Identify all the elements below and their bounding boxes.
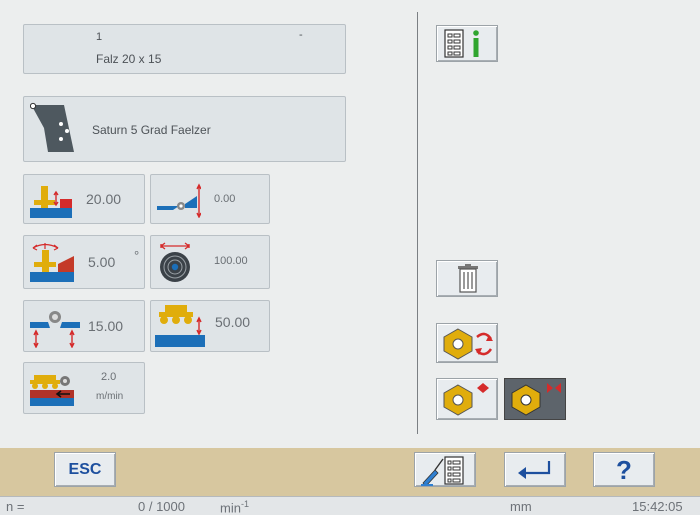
param-fence-opening[interactable]: 15.00 xyxy=(23,300,145,352)
info-list-icon xyxy=(442,29,494,64)
vertical-spindle-height-icon xyxy=(30,182,72,223)
param-tilt-angle-value: 5.00 xyxy=(88,254,116,270)
status-count: 0 / 1000 xyxy=(138,499,185,514)
status-rpm-unit: min-1 xyxy=(220,499,249,515)
swap-direction-button[interactable] xyxy=(436,323,498,363)
delete-button[interactable] xyxy=(436,260,498,297)
bottom-toolbar: ESC ? xyxy=(0,448,700,496)
trash-icon xyxy=(457,264,479,299)
enter-button[interactable] xyxy=(504,452,566,487)
edit-list-icon xyxy=(421,456,471,491)
param-feed-roller-height[interactable]: 50.00 xyxy=(150,300,270,352)
fence-offset-icon xyxy=(157,182,202,223)
param-tool-diameter-value: 100.00 xyxy=(214,255,248,267)
tool-field[interactable]: Saturn 5 Grad Faelzer xyxy=(23,96,346,162)
tool-rotation-swap-icon xyxy=(441,327,497,366)
param-spindle-height[interactable]: 20.00 xyxy=(23,174,145,224)
tool-diameter-icon xyxy=(155,240,199,289)
machine-screen: 1 - Falz 20 x 15 Saturn 5 Grad Faelzer 2… xyxy=(0,0,700,515)
esc-button[interactable]: ESC xyxy=(54,452,116,487)
feed-roller-height-icon xyxy=(155,303,205,354)
tool-right-button[interactable] xyxy=(504,378,566,420)
enter-arrow-icon xyxy=(517,459,555,486)
edit-list-button[interactable] xyxy=(414,452,476,487)
info-button[interactable] xyxy=(436,25,498,62)
status-time: 15:42:05 xyxy=(632,499,683,514)
help-button[interactable]: ? xyxy=(593,452,655,487)
param-feed-speed-value: 2.0 xyxy=(101,371,117,383)
status-rpm-unit-base: min xyxy=(220,500,241,515)
program-marker: - xyxy=(299,29,303,41)
param-tilt-angle-unit: ° xyxy=(134,248,140,263)
status-n-label: n = xyxy=(6,499,25,514)
program-number: 1 xyxy=(96,31,103,43)
param-tilt-angle[interactable]: 5.00 ° xyxy=(23,235,145,289)
esc-label: ESC xyxy=(68,461,102,478)
tilt-angle-icon xyxy=(30,242,74,287)
tool-name: Saturn 5 Grad Faelzer xyxy=(92,123,211,137)
program-name: Falz 20 x 15 xyxy=(96,52,162,66)
param-spindle-height-value: 20.00 xyxy=(86,191,122,207)
tool-left-button[interactable] xyxy=(436,378,498,420)
param-feed-roller-height-value: 50.00 xyxy=(215,314,251,330)
param-tool-diameter[interactable]: 100.00 xyxy=(150,235,270,289)
tool-profile-icon xyxy=(29,102,80,161)
vertical-divider xyxy=(417,12,418,434)
status-rpm-unit-exp: -1 xyxy=(240,499,249,509)
param-fence-offset[interactable]: 0.00 xyxy=(150,174,270,224)
status-length-unit: mm xyxy=(510,499,532,514)
status-bar: n = 0 / 1000 min-1 mm 15:42:05 xyxy=(0,496,700,515)
feed-speed-icon xyxy=(30,371,74,414)
tool-left-icon xyxy=(441,383,497,422)
tool-right-icon xyxy=(509,383,565,422)
param-feed-speed-unit: m/min xyxy=(96,391,124,402)
param-fence-offset-value: 0.00 xyxy=(214,193,236,205)
program-field[interactable]: 1 - Falz 20 x 15 xyxy=(23,24,346,74)
help-label: ? xyxy=(616,455,632,485)
fence-opening-icon xyxy=(30,306,80,353)
param-fence-opening-value: 15.00 xyxy=(88,318,124,334)
param-feed-speed[interactable]: 2.0 m/min xyxy=(23,362,145,414)
